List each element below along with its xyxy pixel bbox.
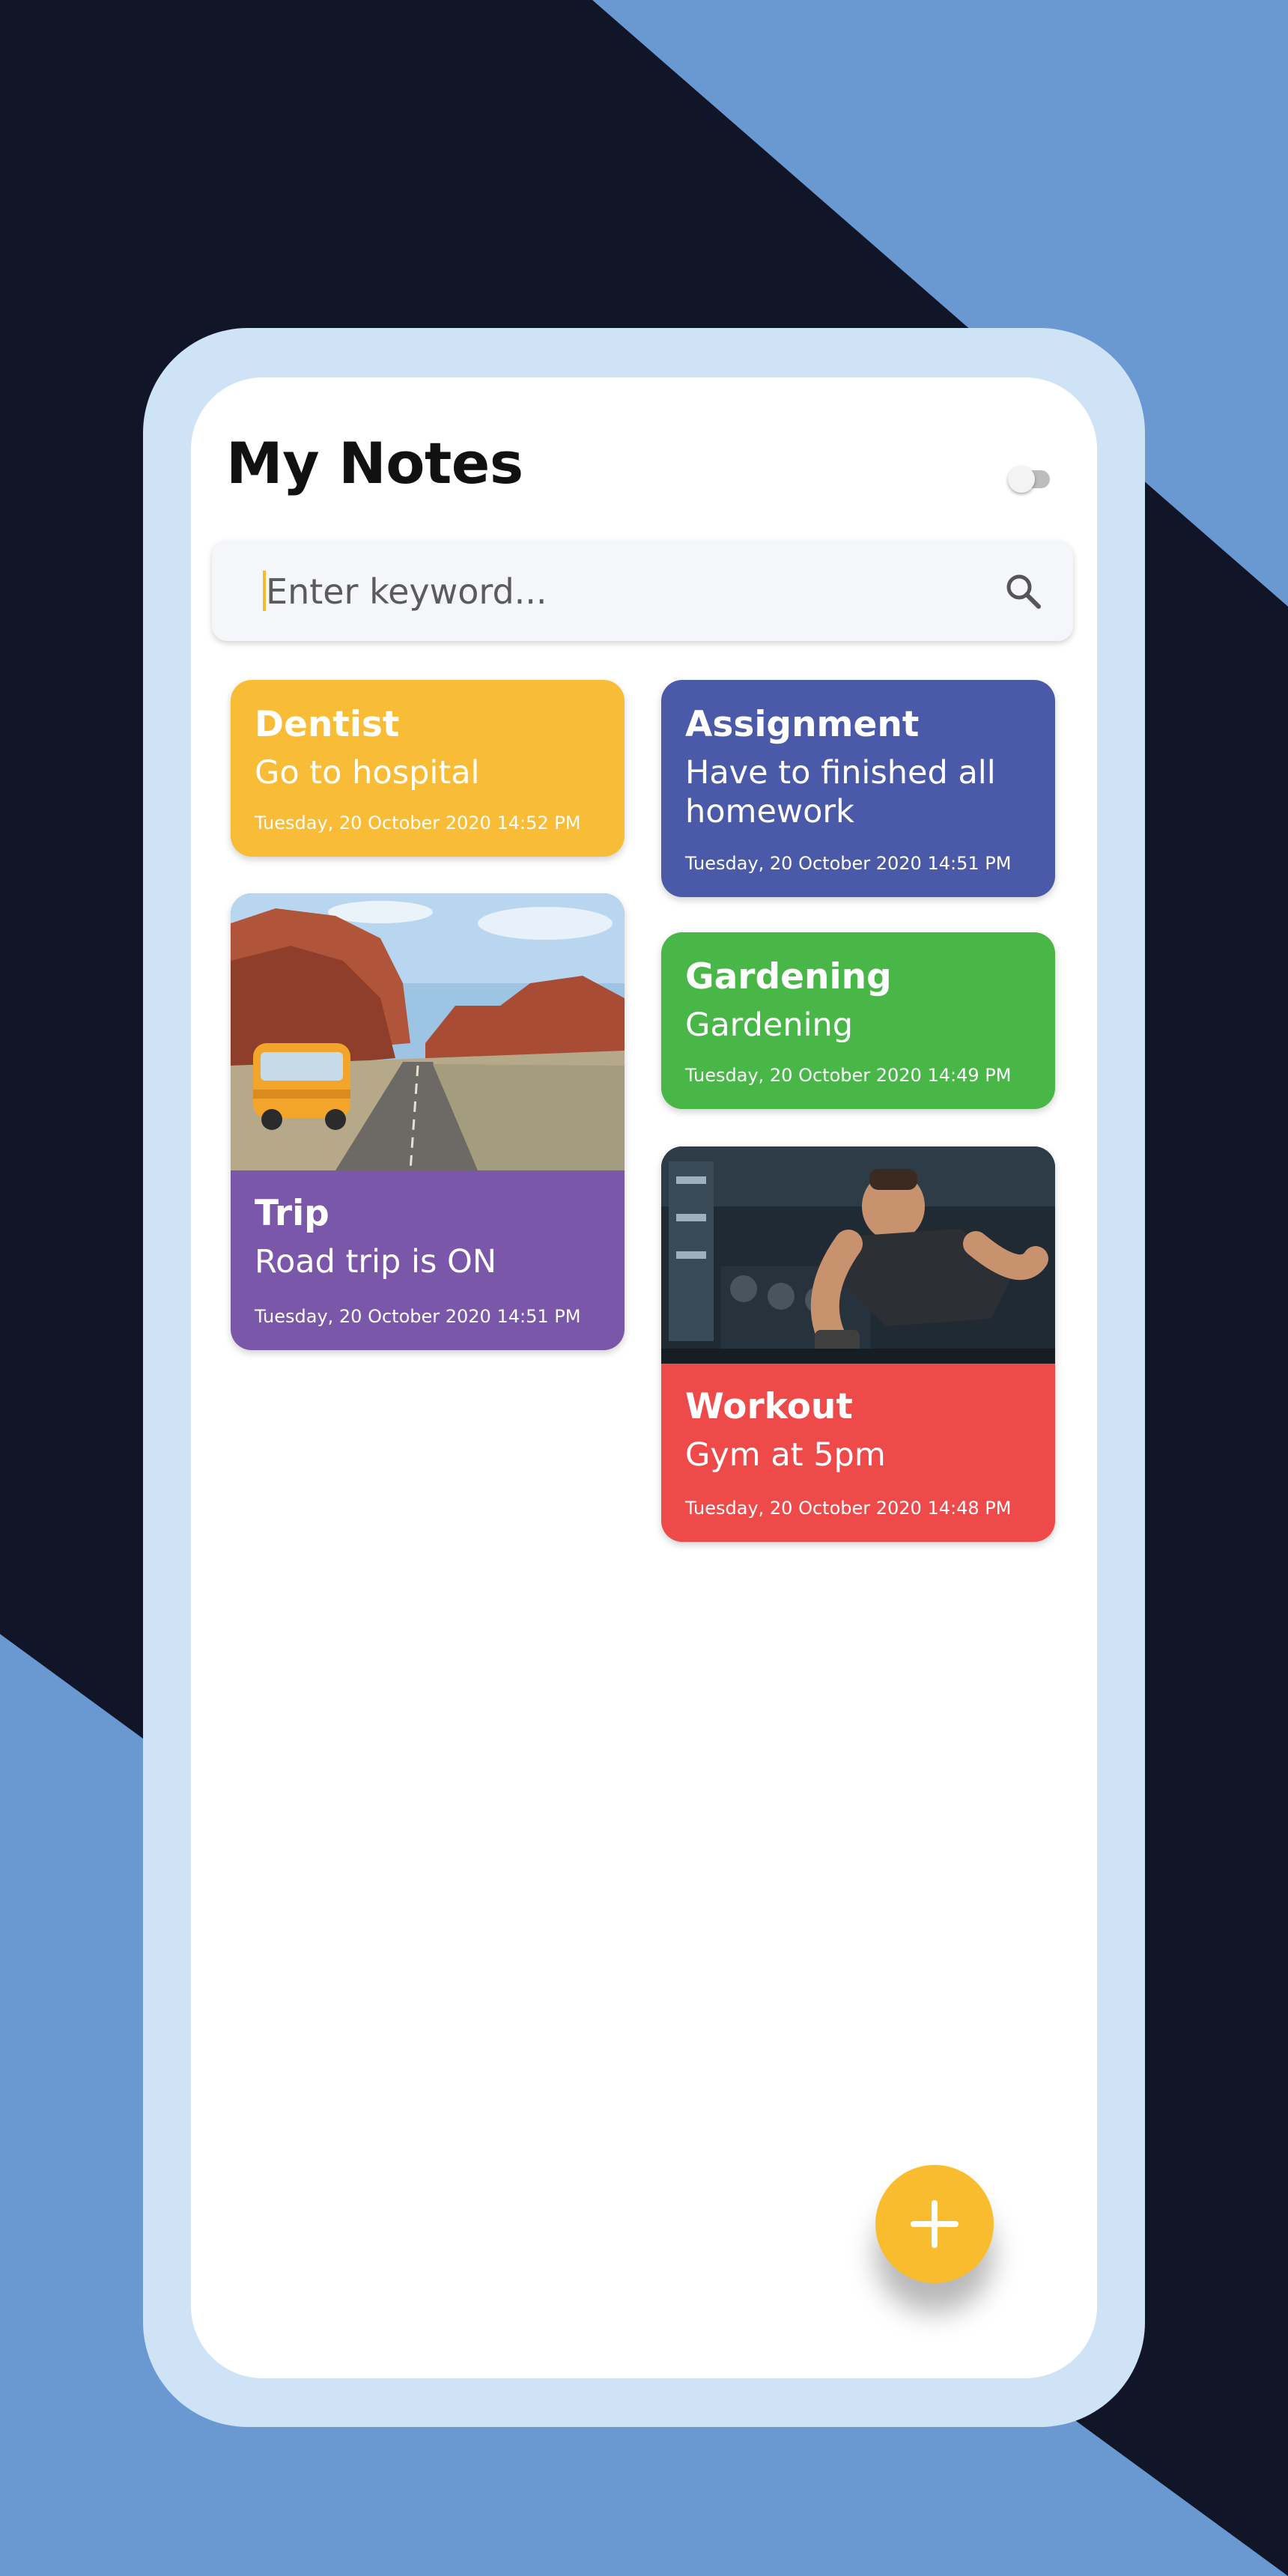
note-date: Tuesday, 20 October 2020 14:49 PM xyxy=(685,1065,1012,1086)
note-card-workout[interactable]: Workout Gym at 5pm Tuesday, 20 October 2… xyxy=(661,1146,1055,1542)
note-card-trip[interactable]: Trip Road trip is ON Tuesday, 20 October… xyxy=(231,893,625,1350)
note-text: Go to hospital xyxy=(255,754,480,792)
app-screen: My Notes Dentist Go to hospital Tuesday,… xyxy=(191,377,1097,2378)
page-title: My Notes xyxy=(226,430,523,496)
toggle-knob xyxy=(1008,466,1035,493)
note-card-dentist[interactable]: Dentist Go to hospital Tuesday, 20 Octob… xyxy=(231,680,625,857)
theme-toggle[interactable] xyxy=(1008,466,1050,493)
note-title: Dentist xyxy=(255,704,400,745)
gym-dumbbell-photo xyxy=(661,1146,1055,1364)
note-card-assignment[interactable]: Assignment Have to finished all homework… xyxy=(661,680,1055,897)
plus-icon xyxy=(911,2200,959,2248)
note-date: Tuesday, 20 October 2020 14:51 PM xyxy=(685,853,1012,874)
desert-road-van-photo xyxy=(231,893,625,1170)
note-title: Assignment xyxy=(685,704,920,745)
note-text: Gym at 5pm xyxy=(685,1436,886,1474)
search-bar xyxy=(212,541,1073,643)
add-note-button[interactable] xyxy=(875,2165,994,2283)
note-card-gardening[interactable]: Gardening Gardening Tuesday, 20 October … xyxy=(661,932,1055,1109)
note-title: Trip xyxy=(255,1193,329,1234)
search-input[interactable] xyxy=(264,541,941,643)
note-text: Road trip is ON xyxy=(255,1243,497,1281)
note-text: Have to finished all homework xyxy=(685,754,996,830)
note-text: Gardening xyxy=(685,1006,854,1044)
note-title: Workout xyxy=(685,1386,853,1427)
note-date: Tuesday, 20 October 2020 14:52 PM xyxy=(255,812,581,833)
note-date: Tuesday, 20 October 2020 14:48 PM xyxy=(685,1498,1012,1519)
note-date: Tuesday, 20 October 2020 14:51 PM xyxy=(255,1306,581,1327)
search-icon[interactable] xyxy=(1003,571,1044,612)
note-title: Gardening xyxy=(685,956,892,997)
